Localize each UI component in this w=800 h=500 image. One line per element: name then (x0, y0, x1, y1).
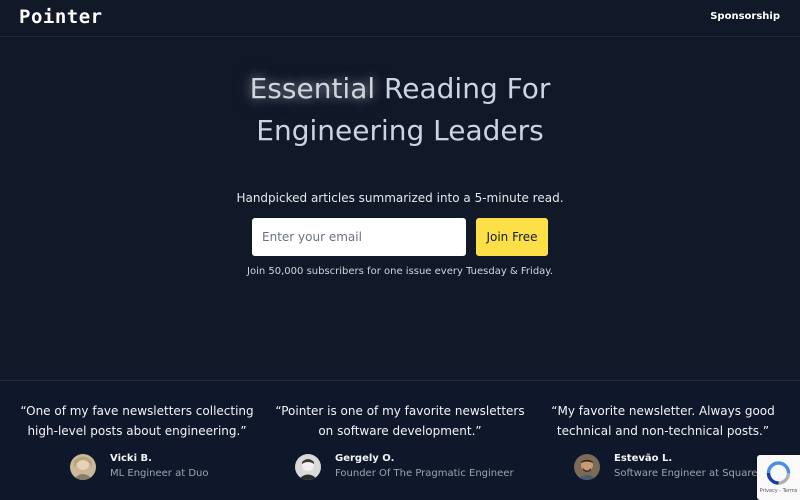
nav-sponsorship-link[interactable]: Sponsorship (710, 11, 780, 22)
email-input[interactable] (252, 218, 466, 256)
testimonial-card: “My favorite newsletter. Always good tec… (533, 401, 793, 441)
hero-title-line2: Engineering Leaders (256, 114, 544, 147)
hero-title-highlight: Essential (249, 72, 376, 105)
author-name: Estevão L. (614, 453, 673, 464)
author-role: Software Engineer at Square (614, 468, 758, 479)
hero-title: Essential Reading For Engineering Leader… (0, 68, 800, 152)
testimonial-quote: “Pointer is one of my favorite newslette… (275, 404, 525, 438)
testimonial-quote: “My favorite newsletter. Always good tec… (551, 404, 775, 438)
author-name: Gergely O. (335, 453, 395, 464)
testimonial-card: “Pointer is one of my favorite newslette… (270, 401, 530, 441)
avatar (574, 454, 600, 480)
author-name: Vicki B. (110, 453, 152, 464)
site-header: Pointer Sponsorship (0, 0, 800, 37)
author-role: ML Engineer at Duo (110, 468, 209, 479)
avatar (70, 454, 96, 480)
subscribers-note: Join 50,000 subscribers for one issue ev… (247, 266, 553, 277)
recaptcha-icon (766, 461, 791, 485)
hero-tagline: Handpicked articles summarized into a 5-… (236, 191, 564, 205)
avatar (295, 454, 321, 480)
logo[interactable]: Pointer (19, 6, 103, 28)
recaptcha-links[interactable]: Privacy - Terms (757, 488, 800, 494)
testimonials-section: “One of my fave newsletters collecting h… (0, 380, 800, 500)
author-role: Founder Of The Pragmatic Engineer (335, 468, 514, 479)
testimonial-card: “One of my fave newsletters collecting h… (7, 401, 267, 441)
hero-title-rest: Reading For (375, 72, 551, 105)
recaptcha-badge[interactable]: Privacy - Terms (757, 455, 800, 500)
join-free-button[interactable]: Join Free (476, 218, 548, 256)
testimonial-quote: “One of my fave newsletters collecting h… (20, 404, 254, 438)
